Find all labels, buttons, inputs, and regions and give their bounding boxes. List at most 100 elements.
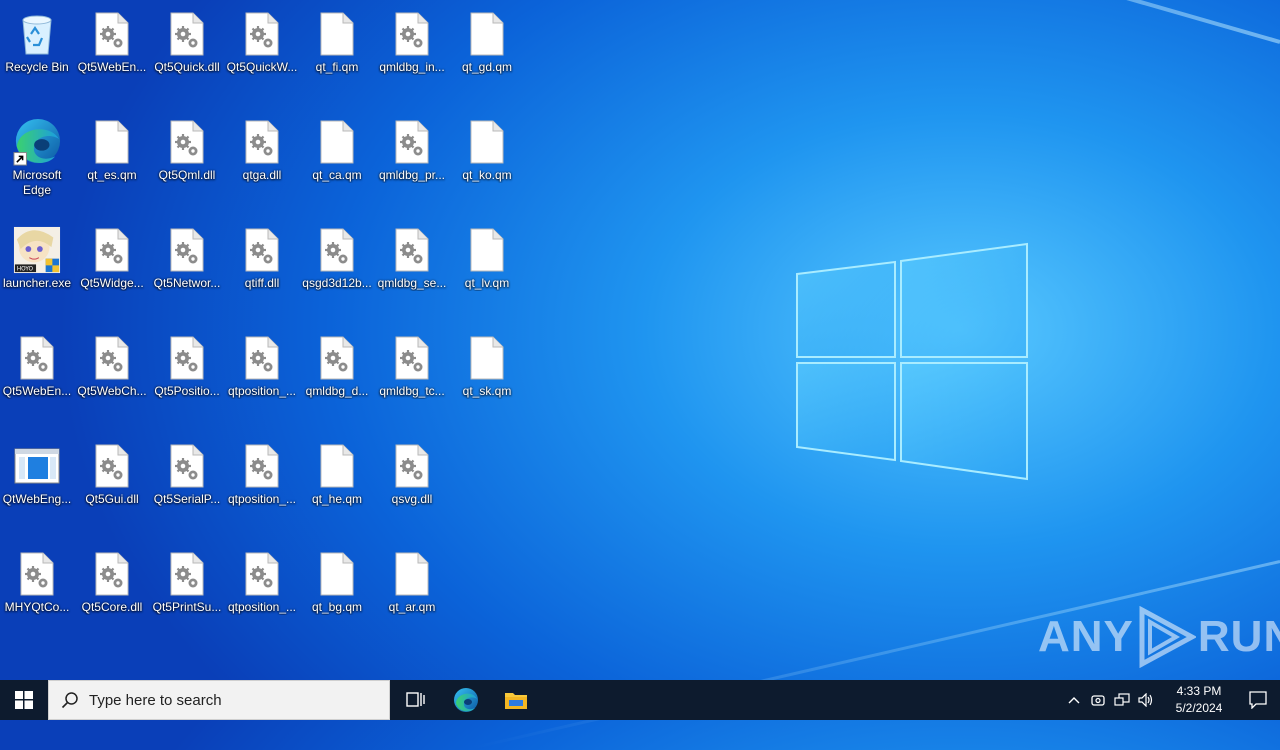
desktop-icon-label: qmldbg_in...	[379, 60, 445, 74]
desktop-icon[interactable]: Qt5Networ...	[150, 220, 224, 320]
desktop-icon[interactable]: qtiff.dll	[225, 220, 299, 320]
desktop-icon[interactable]: qmldbg_se...	[375, 220, 449, 320]
desktop-icon[interactable]: HOYO launcher.exe	[0, 220, 74, 320]
start-button[interactable]	[0, 680, 48, 720]
desktop-icon-label: qtposition_...	[227, 492, 297, 506]
task-view-button[interactable]	[392, 680, 440, 720]
desktop-icon-label: qsvg.dll	[391, 492, 433, 506]
desktop-icon[interactable]: Qt5WebEn...	[75, 4, 149, 104]
dll-file-icon	[313, 226, 361, 274]
desktop-icon[interactable]: Qt5Gui.dll	[75, 436, 149, 536]
taskbar-file-explorer-button[interactable]	[492, 680, 540, 720]
desktop-icon-label: Qt5Core.dll	[81, 600, 143, 614]
taskbar-clock[interactable]: 4:33 PM 5/2/2024	[1162, 683, 1236, 717]
task-view-icon	[406, 692, 425, 707]
light-beam	[414, 0, 1280, 44]
desktop-icon[interactable]: Recycle Bin	[0, 4, 74, 104]
desktop-icon-label: qt_ca.qm	[312, 168, 362, 182]
desktop-icon[interactable]: qt_lv.qm	[450, 220, 524, 320]
meet-now-button[interactable]	[1086, 680, 1110, 720]
desktop-icon[interactable]: Qt5SerialP...	[150, 436, 224, 536]
watermark-left: ANY	[1038, 612, 1134, 661]
desktop-icon[interactable]: Qt5WebEn...	[0, 328, 74, 428]
desktop-icon[interactable]: qt_ca.qm	[300, 112, 374, 212]
desktop-icon[interactable]: qsvg.dll	[375, 436, 449, 536]
desktop-icon[interactable]: qmldbg_pr...	[375, 112, 449, 212]
desktop-icon[interactable]: Microsoft Edge	[0, 112, 74, 212]
dll-file-icon	[163, 10, 211, 58]
edge-icon	[454, 688, 478, 712]
dll-file-icon	[388, 118, 436, 166]
windows-start-icon	[15, 691, 33, 709]
desktop-icon[interactable]: qt_bg.qm	[300, 544, 374, 644]
blank-file-icon	[88, 118, 136, 166]
desktop-icon-label: qsgd3d12b...	[302, 276, 372, 290]
desktop-icon-label: qmldbg_tc...	[379, 384, 445, 398]
clock-time: 4:33 PM	[1176, 684, 1222, 698]
desktop-icon-label: Qt5Gui.dll	[85, 492, 139, 506]
desktop-icon-label: Recycle Bin	[5, 60, 69, 74]
desktop-icon[interactable]: qtposition_...	[225, 436, 299, 536]
dll-file-icon	[88, 10, 136, 58]
dll-file-icon	[238, 442, 286, 490]
desktop-icon-label: qt_bg.qm	[311, 600, 363, 614]
network-button[interactable]	[1110, 680, 1134, 720]
recycle-bin-icon	[13, 10, 61, 58]
dll-file-icon	[13, 550, 61, 598]
desktop-icon-label: qtga.dll	[242, 168, 282, 182]
desktop-icon[interactable]: qt_he.qm	[300, 436, 374, 536]
desktop-icon[interactable]: Qt5Core.dll	[75, 544, 149, 644]
desktop-icon[interactable]: qt_es.qm	[75, 112, 149, 212]
desktop-icon-label: Qt5WebEn...	[2, 384, 72, 398]
app-window-icon	[13, 442, 61, 490]
desktop-icon-label: qtposition_...	[227, 600, 297, 614]
action-center-icon	[1249, 691, 1267, 709]
action-center-button[interactable]	[1236, 680, 1280, 720]
dll-file-icon	[313, 334, 361, 382]
desktop-icon[interactable]: Qt5Qml.dll	[150, 112, 224, 212]
desktop-icon-label: qt_ar.qm	[388, 600, 436, 614]
desktop-icon-label: qt_he.qm	[311, 492, 363, 506]
desktop-icon-label: qtposition_...	[227, 384, 297, 398]
system-tray: 4:33 PM 5/2/2024	[1062, 680, 1280, 720]
desktop-icon-label: qt_lv.qm	[464, 276, 510, 290]
desktop-icon[interactable]: qtposition_...	[225, 544, 299, 644]
volume-button[interactable]	[1134, 680, 1158, 720]
desktop-icon[interactable]: qmldbg_d...	[300, 328, 374, 428]
desktop-icon[interactable]: qtga.dll	[225, 112, 299, 212]
search-icon	[61, 692, 78, 709]
blank-file-icon	[388, 550, 436, 598]
dll-file-icon	[388, 442, 436, 490]
desktop-icon[interactable]: Qt5WebCh...	[75, 328, 149, 428]
taskbar-search-box[interactable]: Type here to search	[48, 680, 390, 720]
desktop-icon[interactable]: Qt5Widge...	[75, 220, 149, 320]
dll-file-icon	[163, 334, 211, 382]
dll-file-icon	[163, 550, 211, 598]
dll-file-icon	[88, 334, 136, 382]
desktop-icon[interactable]: qmldbg_in...	[375, 4, 449, 104]
desktop-icon-label: QtWebEng...	[2, 492, 72, 506]
desktop-icon[interactable]: Qt5Positio...	[150, 328, 224, 428]
desktop-icon-label: Microsoft Edge	[12, 168, 62, 197]
desktop-icon[interactable]: qsgd3d12b...	[300, 220, 374, 320]
desktop-icon-label: Qt5PrintSu...	[152, 600, 222, 614]
desktop-icon[interactable]: MHYQtCo...	[0, 544, 74, 644]
show-hidden-icons-button[interactable]	[1062, 680, 1086, 720]
desktop-icon-label: qt_sk.qm	[462, 384, 512, 398]
desktop-icon[interactable]: qt_sk.qm	[450, 328, 524, 428]
desktop-icon-label: qmldbg_se...	[377, 276, 447, 290]
desktop-icon-label: Qt5WebEn...	[77, 60, 147, 74]
desktop-icon[interactable]: qt_fi.qm	[300, 4, 374, 104]
desktop-icon[interactable]: Qt5PrintSu...	[150, 544, 224, 644]
desktop-icon[interactable]: Qt5Quick.dll	[150, 4, 224, 104]
desktop-icon[interactable]: qtposition_...	[225, 328, 299, 428]
desktop-icon[interactable]: qmldbg_tc...	[375, 328, 449, 428]
dll-file-icon	[163, 442, 211, 490]
desktop-icon[interactable]: QtWebEng...	[0, 436, 74, 536]
desktop-icon[interactable]: qt_gd.qm	[450, 4, 524, 104]
dll-file-icon	[388, 334, 436, 382]
desktop-icon[interactable]: qt_ko.qm	[450, 112, 524, 212]
desktop-icon[interactable]: qt_ar.qm	[375, 544, 449, 644]
desktop-icon[interactable]: Qt5QuickW...	[225, 4, 299, 104]
taskbar-edge-button[interactable]	[442, 680, 490, 720]
